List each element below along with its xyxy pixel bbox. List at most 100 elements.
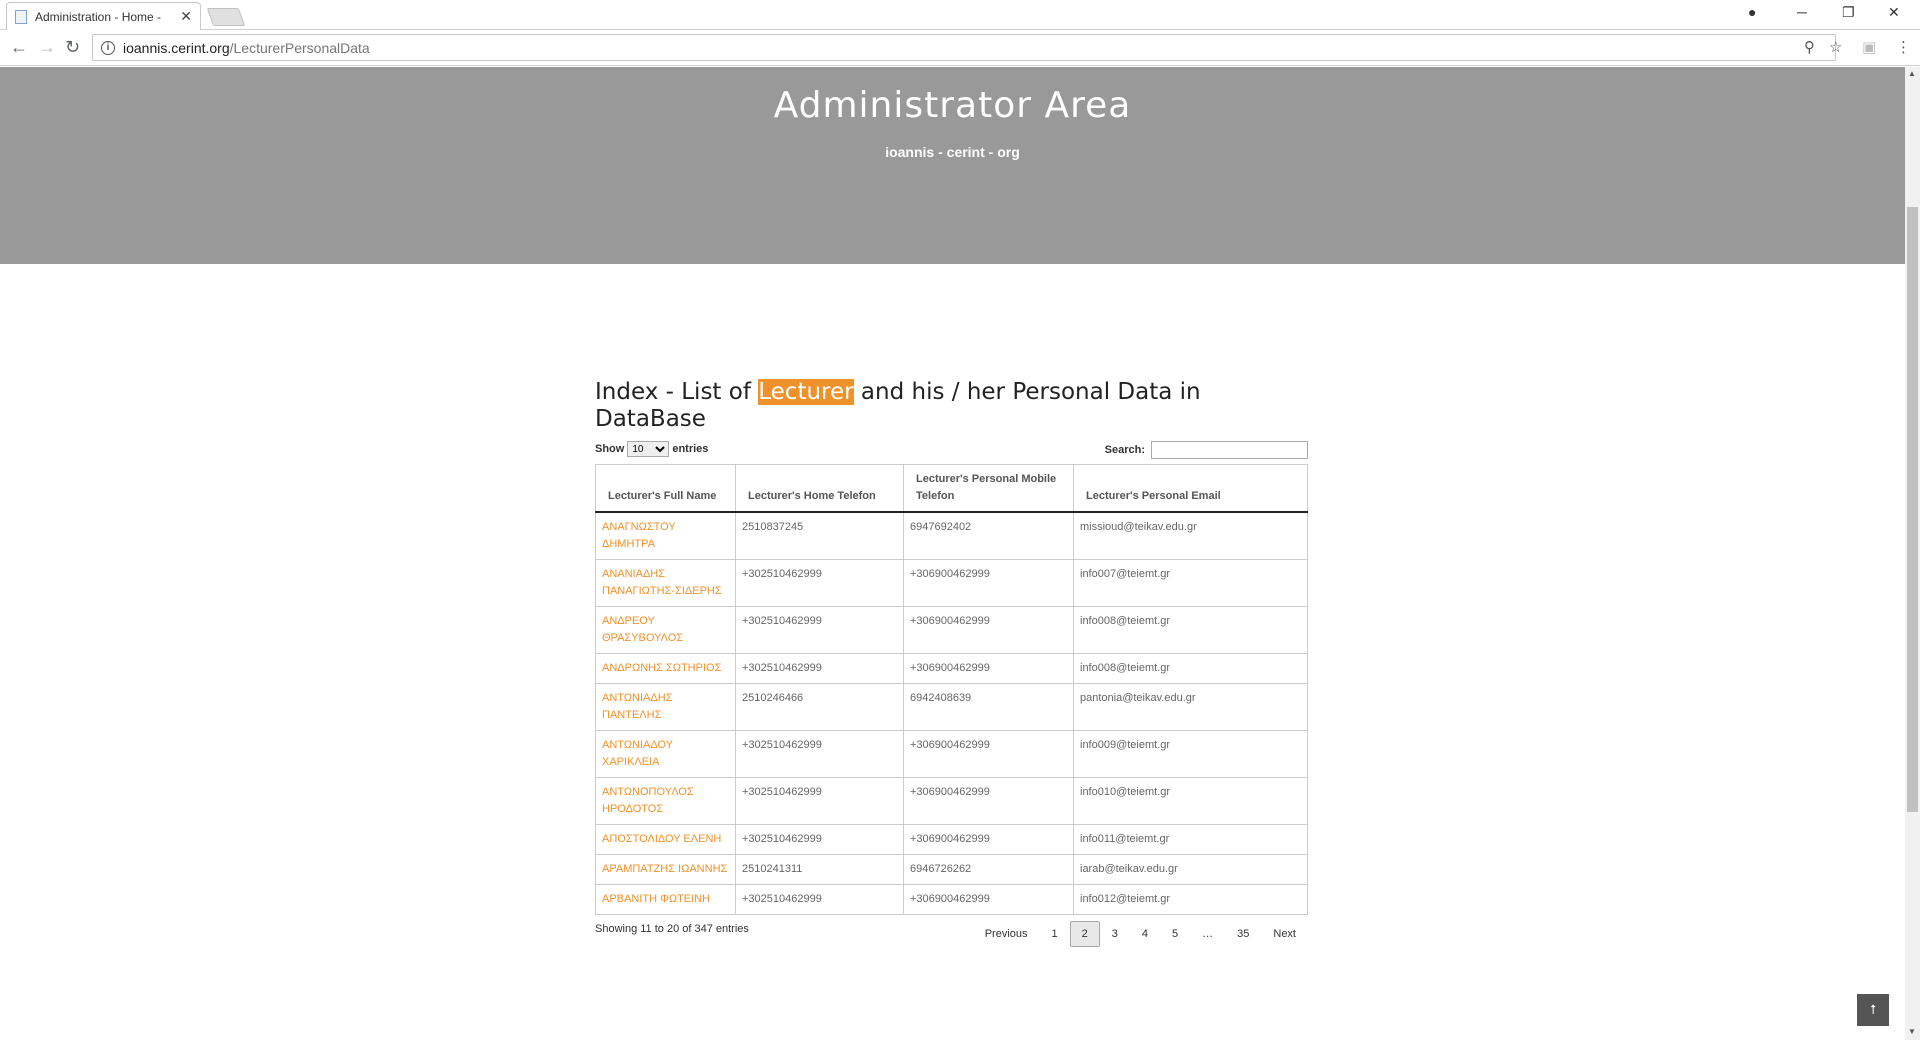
forward-icon[interactable]: →	[38, 37, 56, 58]
page-size-select[interactable]: 10	[627, 441, 670, 457]
reload-icon[interactable]: ↻	[65, 37, 80, 58]
mobile-phone-cell: 6942408639	[903, 683, 1074, 731]
page-button[interactable]: 35	[1225, 921, 1261, 947]
column-header[interactable]: Lecturer's Personal Email	[1073, 464, 1308, 513]
email-cell: info007@teiemt.gr	[1073, 559, 1308, 607]
hero-title: Administrator Area	[773, 85, 1132, 126]
home-phone-cell: +302510462999	[735, 653, 904, 684]
heading-part: Index - List of	[595, 379, 759, 405]
site-info-icon[interactable]: i	[101, 40, 115, 55]
table-row: ΑΝΤΩΝΙΑΔΗΣ ΠΑΝΤΕΛΗΣ 2510246466 6942408639 p…	[595, 683, 1308, 731]
new-tab-button[interactable]	[206, 8, 246, 26]
email-cell: pantonia@teikav.edu.gr	[1073, 683, 1308, 731]
search-input[interactable]	[1151, 441, 1308, 459]
mobile-phone-cell: +306900462999	[903, 884, 1074, 915]
table-controls: Show 10 entries Search:	[595, 437, 1308, 461]
column-header[interactable]: Lecturer's Full Name	[595, 464, 736, 513]
arrow-up-icon: ⭡	[1869, 1002, 1877, 1017]
mobile-phone-cell: +306900462999	[903, 824, 1074, 855]
entries-info: Showing 11 to 20 of 347 entries	[595, 923, 749, 935]
entries-label: entries	[672, 443, 709, 455]
lecturer-name-link[interactable]: ΑΡΑΜΠΑΤΖΗΣ ΙΩΑΝΝΗΣ	[595, 854, 736, 885]
address-bar[interactable]: i ioannis.cerint.org/LecturerPersonalDat…	[92, 34, 1836, 61]
table-row: ΑΝΤΩΝΙΑΔΟΥ ΧΑΡΙΚΛΕΙΑ +302510462999 +306900…	[595, 730, 1308, 778]
table-row: ΑΝΔΡΩΝΗΣ ΣΩΤΗΡΙΟΣ +302510462999 +306900462…	[595, 653, 1308, 684]
mobile-phone-cell: +306900462999	[903, 559, 1074, 607]
table-row: ΑΝΑΓΝΩΣΤΟΥ ΔΗΜΗΤΡΑ 2510837245 6947692402 mi…	[595, 511, 1308, 560]
lecturer-name-link[interactable]: ΑΝΤΩΝΟΠΟΥΛΟΣ ΗΡΟΔΟΤΟΣ	[595, 777, 736, 825]
previous-page-button[interactable]: Previous	[973, 921, 1040, 947]
table-row: ΑΝΑΝΙΑΔΗΣ ΠΑΝΑΓΙΩΤΗΣ-ΣΙΔΕΡΗΣ +30251046299…	[595, 559, 1308, 607]
browser-tab[interactable]: Administration - Home - ✕	[6, 2, 201, 30]
lecturer-name-link[interactable]: ΑΝΤΩΝΙΑΔΗΣ ΠΑΝΤΕΛΗΣ	[595, 683, 736, 731]
browser-tab-strip: Administration - Home - ✕ ● ─ ❐ ✕	[0, 0, 1920, 30]
page-button[interactable]: 2	[1069, 921, 1100, 947]
bookmark-star-icon[interactable]: ☆	[1829, 38, 1842, 56]
home-phone-cell: +302510462999	[735, 559, 904, 607]
column-header[interactable]: Lecturer's Home Telefon	[735, 464, 904, 513]
page-button[interactable]: 1	[1040, 921, 1070, 947]
lecturer-name-link[interactable]: ΑΝΑΓΝΩΣΤΟΥ ΔΗΜΗΤΡΑ	[595, 511, 736, 560]
table-row: ΑΠΟΣΤΟΛΙΔΟΥ ΕΛΕΝΗ +302510462999 +306900462…	[595, 824, 1308, 855]
column-header[interactable]: Lecturer's Personal Mobile Telefon	[903, 464, 1074, 513]
lecturer-name-link[interactable]: ΑΝΑΝΙΑΔΗΣ ΠΑΝΑΓΙΩΤΗΣ-ΣΙΔΕΡΗΣ	[595, 559, 736, 607]
page-button[interactable]: 4	[1130, 921, 1160, 947]
profile-icon[interactable]: ●	[1748, 4, 1756, 20]
email-cell: info009@teiemt.gr	[1073, 730, 1308, 778]
home-phone-cell: +302510462999	[735, 606, 904, 654]
table-row: ΑΡΑΜΠΑΤΖΗΣ ΙΩΑΝΝΗΣ 2510241311 6946726262 ia…	[595, 854, 1308, 885]
lecturer-name-link[interactable]: ΑΝΔΡΕΟΥ ΘΡΑΣΥΒΟΥΛΟΣ	[595, 606, 736, 654]
email-cell: info011@teiemt.gr	[1073, 824, 1308, 855]
heading-highlight: Lecturer	[758, 379, 854, 405]
mobile-phone-cell: 6947692402	[903, 511, 1074, 560]
extension-icon[interactable]: ▣	[1862, 38, 1876, 56]
scrollbar-thumb[interactable]	[1907, 207, 1918, 812]
back-to-top-button[interactable]: ⭡	[1857, 994, 1889, 1026]
table-row: ΑΡΒΑΝΙΤΗ ΦΩΤΕΙΝΗ +302510462999 +3069004629…	[595, 884, 1308, 915]
email-cell: info010@teiemt.gr	[1073, 777, 1308, 825]
restore-icon[interactable]: ❐	[1842, 4, 1855, 21]
hero-subtitle: ioannis - cerint - org	[885, 144, 1020, 160]
home-phone-cell: 2510241311	[735, 854, 904, 885]
mobile-phone-cell: +306900462999	[903, 777, 1074, 825]
page-size-control: Show 10 entries	[595, 441, 708, 457]
main-content: Index - List of Lecturer and his / her P…	[595, 379, 1308, 951]
email-cell: info008@teiemt.gr	[1073, 606, 1308, 654]
page-title: Index - List of Lecturer and his / her P…	[595, 379, 1308, 433]
tab-title: Administration - Home -	[35, 9, 162, 24]
scroll-down-icon[interactable]: ▼	[1908, 1027, 1916, 1036]
zoom-icon[interactable]: ⚲	[1804, 38, 1815, 56]
table-body: ΑΝΑΓΝΩΣΤΟΥ ΔΗΜΗΤΡΑ 2510837245 6947692402 mi…	[595, 511, 1308, 915]
lecturer-name-link[interactable]: ΑΡΒΑΝΙΤΗ ΦΩΤΕΙΝΗ	[595, 884, 736, 915]
mobile-phone-cell: +306900462999	[903, 606, 1074, 654]
email-cell: info008@teiemt.gr	[1073, 653, 1308, 684]
tab-close-icon[interactable]: ✕	[180, 8, 192, 25]
menu-icon[interactable]: ⋮	[1896, 38, 1911, 56]
minimize-icon[interactable]: ─	[1797, 4, 1807, 20]
table-row: ΑΝΤΩΝΟΠΟΥΛΟΣ ΗΡΟΔΟΤΟΣ +302510462999 +30690…	[595, 777, 1308, 825]
next-page-button[interactable]: Next	[1261, 921, 1308, 947]
page-scrollbar[interactable]: ▲ ▼	[1905, 67, 1920, 1040]
email-cell: iarab@teikav.edu.gr	[1073, 854, 1308, 885]
home-phone-cell: +302510462999	[735, 884, 904, 915]
scroll-up-icon[interactable]: ▲	[1908, 69, 1916, 78]
pagination: Previous 1 2 3 4 5 … 35 Next	[973, 921, 1308, 947]
url-path: /LecturerPersonalData	[229, 39, 370, 56]
lecturer-name-link[interactable]: ΑΝΔΡΩΝΗΣ ΣΩΤΗΡΙΟΣ	[595, 653, 736, 684]
lecturer-name-link[interactable]: ΑΠΟΣΤΟΛΙΔΟΥ ΕΛΕΝΗ	[595, 824, 736, 855]
window-close-icon[interactable]: ✕	[1888, 4, 1900, 21]
home-phone-cell: +302510462999	[735, 777, 904, 825]
search-control: Search:	[1105, 441, 1308, 459]
mobile-phone-cell: 6946726262	[903, 854, 1074, 885]
home-phone-cell: +302510462999	[735, 824, 904, 855]
email-cell: missioud@teikav.edu.gr	[1073, 511, 1308, 560]
email-cell: info012@teiemt.gr	[1073, 884, 1308, 915]
lecturer-name-link[interactable]: ΑΝΤΩΝΙΑΔΟΥ ΧΑΡΙΚΛΕΙΑ	[595, 730, 736, 778]
back-icon[interactable]: ←	[10, 37, 28, 58]
home-phone-cell: +302510462999	[735, 730, 904, 778]
page-button[interactable]: 3	[1100, 921, 1130, 947]
page-button[interactable]: 5	[1160, 921, 1190, 947]
browser-toolbar: ← → ↻ i ioannis.cerint.org/LecturerPerso…	[0, 30, 1920, 66]
table-row: ΑΝΔΡΕΟΥ ΘΡΑΣΥΒΟΥΛΟΣ +302510462999 +3069004…	[595, 606, 1308, 654]
table-header-row: Lecturer's Full Name Lecturer's Home Tel…	[595, 464, 1308, 513]
